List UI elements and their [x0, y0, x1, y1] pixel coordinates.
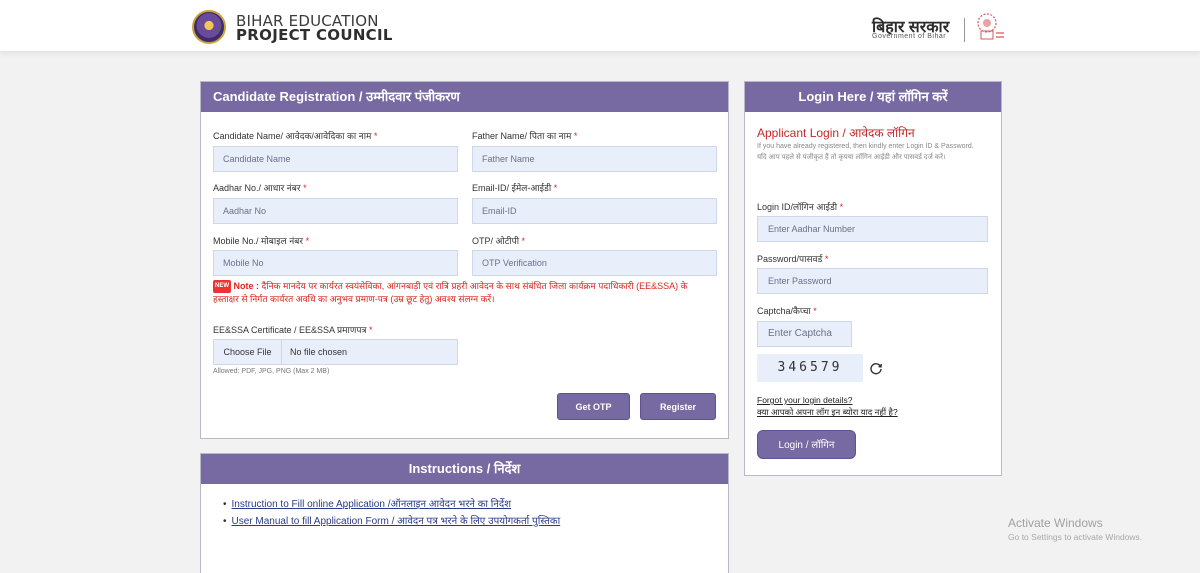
- register-button[interactable]: Register: [640, 393, 716, 420]
- candidate-name-label: Candidate Name/ आवेदक/आवेदिका का नाम *: [213, 131, 378, 141]
- get-otp-button[interactable]: Get OTP: [557, 393, 630, 420]
- email-label: Email-ID/ ईमेल-आईडी *: [472, 183, 558, 193]
- instructions-panel: Instructions / निर्देश Instruction to Fi…: [200, 453, 729, 573]
- captcha-image: 346579: [757, 354, 863, 382]
- otp-input[interactable]: OTP Verification: [472, 250, 717, 276]
- mobile-label: Mobile No./ मोबाइल नंबर *: [213, 236, 310, 246]
- note-prefix: Note :: [233, 281, 260, 291]
- candidate-name-input[interactable]: Candidate Name: [213, 146, 458, 172]
- otp-label: OTP/ ओटीपी *: [472, 236, 526, 246]
- login-panel: Login Here / यहां लॉगिन करें Applicant L…: [744, 81, 1002, 476]
- choose-file-button[interactable]: Choose File: [214, 340, 282, 364]
- login-title: Login Here / यहां लॉगिन करें: [745, 82, 1001, 112]
- login-id-input[interactable]: Enter Aadhar Number: [757, 216, 988, 242]
- registration-panel: Candidate Registration / उम्मीदवार पंजीक…: [200, 81, 729, 439]
- govt-name-english: Government of Bihar: [872, 33, 947, 40]
- aadhar-label: Aadhar No./ आधार नंबर *: [213, 183, 307, 193]
- bepc-logo-icon: [192, 10, 226, 44]
- login-info: If you have already registered, then kin…: [757, 143, 974, 161]
- login-id-label: Login ID/लॉगिन आईडी *: [757, 202, 844, 212]
- header-divider: [964, 18, 965, 42]
- registration-title: Candidate Registration / उम्मीदवार पंजीक…: [201, 82, 728, 112]
- note-text: दैनिक मानदेय पर कार्यरत स्वयंसेविका, आंग…: [213, 281, 688, 305]
- certificate-label: EE&SSA Certificate / EE&SSA प्रमाणपत्र *: [213, 325, 373, 335]
- instruction-link-fill[interactable]: Instruction to Fill online Application /…: [223, 496, 560, 510]
- aadhar-input[interactable]: Aadhar No: [213, 198, 458, 224]
- bihar-emblem-icon: [977, 13, 1004, 40]
- captcha-input[interactable]: Enter Captcha: [757, 321, 852, 347]
- new-badge-icon: NEW: [213, 280, 231, 294]
- password-input[interactable]: Enter Password: [757, 268, 988, 294]
- allowed-formats: Allowed: PDF, JPG, PNG (Max 2 MB): [213, 368, 330, 375]
- file-status: No file chosen: [290, 347, 348, 357]
- brand-name-line2: PROJECT COUNCIL: [236, 26, 393, 44]
- instructions-list: Instruction to Fill online Application /…: [223, 496, 561, 530]
- captcha-label: Captcha/कैप्चा *: [757, 306, 817, 316]
- activate-windows-subtitle: Go to Settings to activate Windows.: [1008, 532, 1143, 542]
- instruction-link-manual[interactable]: User Manual to fill Application Form / आ…: [223, 513, 561, 527]
- site-header: BIHAR EDUCATION PROJECT COUNCIL बिहार सर…: [0, 0, 1200, 52]
- certificate-file-input[interactable]: Choose File No file chosen: [213, 339, 458, 365]
- activate-windows-title: Activate Windows: [1008, 516, 1103, 530]
- father-name-input[interactable]: Father Name: [472, 146, 717, 172]
- forgot-login-link[interactable]: Forgot your login details? क्या आपको अपन…: [757, 394, 898, 418]
- password-label: Password/पासवर्ड *: [757, 254, 829, 264]
- email-input[interactable]: Email-ID: [472, 198, 717, 224]
- mobile-input[interactable]: Mobile No: [213, 250, 458, 276]
- login-button[interactable]: Login / लॉगिन: [757, 430, 856, 459]
- applicant-login-heading: Applicant Login / आवेदक लॉगिन: [757, 126, 915, 140]
- father-name-label: Father Name/ पिता का नाम *: [472, 131, 578, 141]
- instructions-title: Instructions / निर्देश: [201, 454, 728, 484]
- registration-note: NEW Note : दैनिक मानदेय पर कार्यरत स्वयं…: [213, 280, 713, 306]
- refresh-captcha-icon[interactable]: [869, 361, 883, 375]
